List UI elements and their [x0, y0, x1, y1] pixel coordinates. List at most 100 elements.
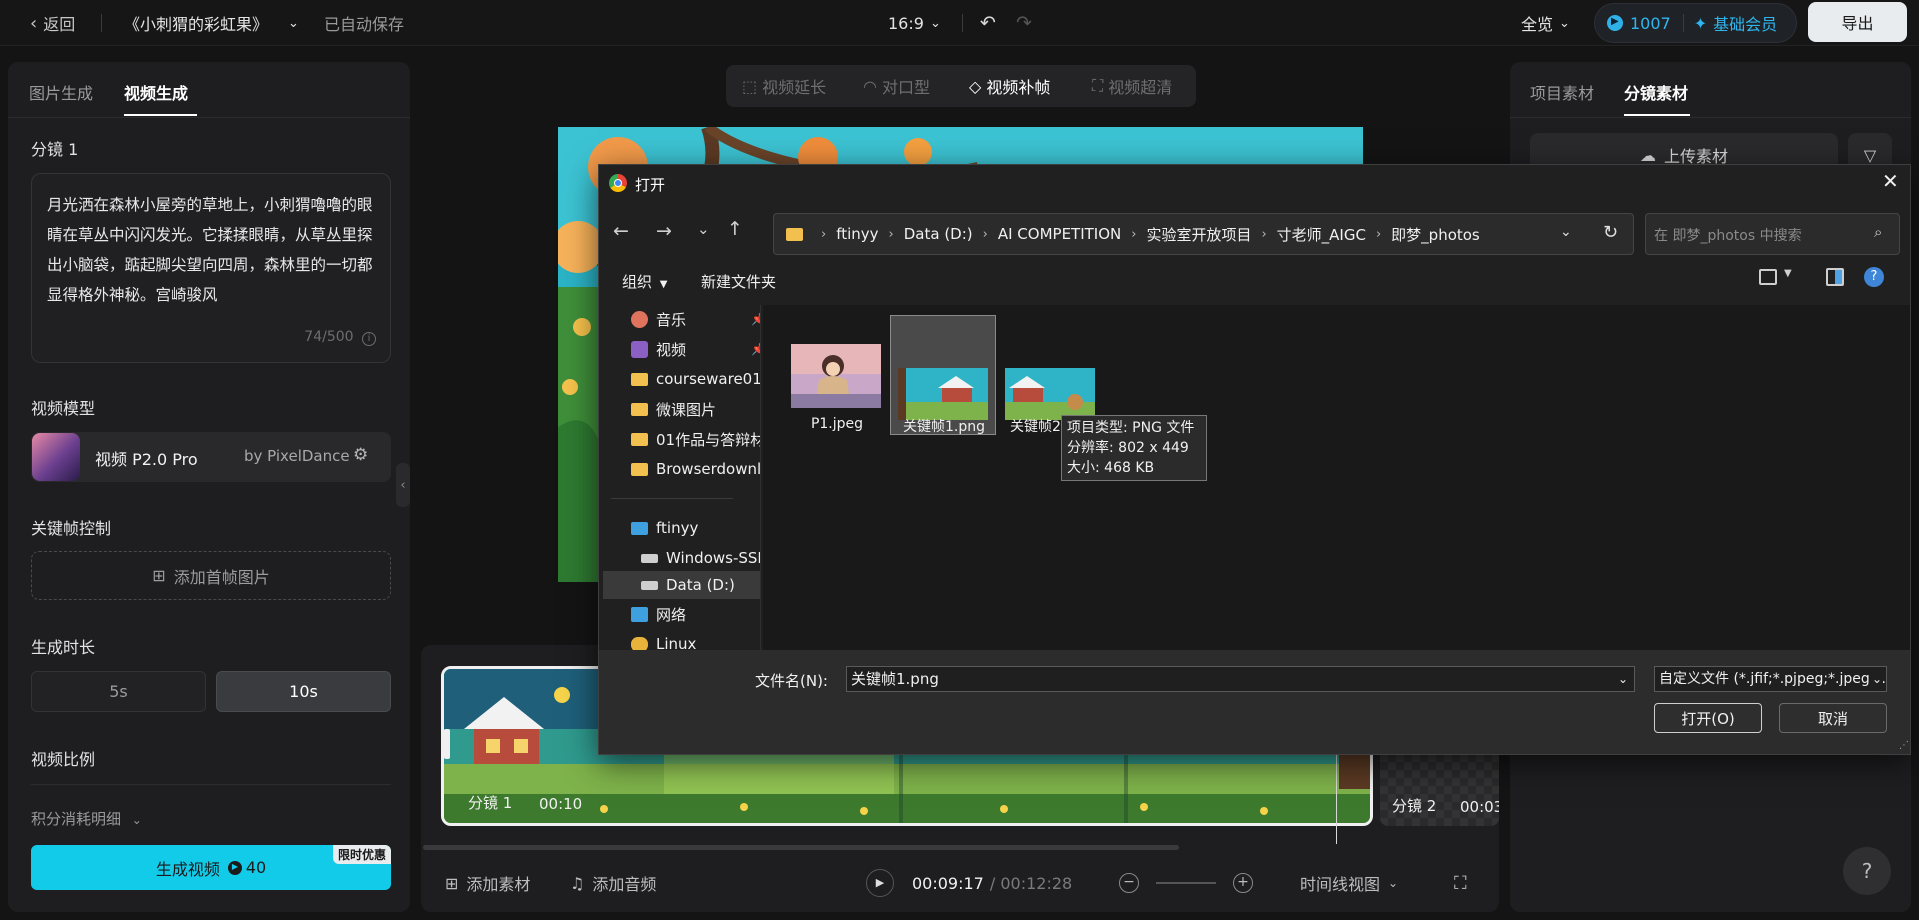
generate-video-button[interactable]: 生成视频 ▶ 40 限时优惠 [31, 845, 391, 890]
zoom-out-icon[interactable]: − [1119, 870, 1139, 896]
clip-2-duration: 00:03 [1460, 798, 1499, 816]
nav-item-folder[interactable]: 微课图片 [631, 395, 716, 423]
refresh-icon[interactable]: ↻ [1603, 222, 1618, 243]
zoom-in-icon[interactable]: + [1233, 870, 1253, 896]
recent-locations-chevron-icon[interactable]: ⌄ [697, 220, 710, 238]
collapse-panel-handle[interactable]: ‹ [396, 463, 410, 507]
export-button[interactable]: 导出 [1808, 2, 1907, 42]
timeline-scrollbar[interactable] [423, 845, 1179, 850]
tool-lip-sync[interactable]: ◠ 对口型 [863, 65, 930, 107]
search-input[interactable]: 在 即梦_photos 中搜索 ⌕ [1645, 213, 1900, 255]
filename-input[interactable]: 关键帧1.png ⌄ [846, 666, 1635, 692]
chevron-down-icon: ⌄ [1868, 667, 1882, 691]
cost-detail-toggle[interactable]: 积分消耗明细 ⌄ [31, 808, 142, 829]
credit-coin-icon: ▶ [1607, 15, 1623, 31]
file-item-selected[interactable]: 关键帧1.png [890, 315, 996, 435]
nav-item-folder[interactable]: Browserdownloads [631, 455, 760, 483]
add-audio-button[interactable]: ♫ 添加音频 [570, 870, 656, 896]
chevron-right-icon: › [1261, 226, 1267, 242]
filetype-value: 自定义文件 (*.jfif;*.pjpeg;*.jpeg;*.pjp;*.jpg… [1659, 671, 1886, 687]
breadcrumb-item[interactable]: 实验室开放项目 [1146, 224, 1251, 245]
nav-item-label: 网络 [656, 605, 687, 624]
redo-icon[interactable]: ↷ [1016, 0, 1032, 46]
filename-value: 关键帧1.png [851, 670, 939, 688]
playback-time: 00:09:17 / 00:12:28 [912, 870, 1072, 896]
chrome-icon [609, 174, 627, 192]
tool-label: 视频补帧 [986, 78, 1051, 97]
upscale-icon: ⛶ [1092, 76, 1104, 95]
help-icon[interactable]: ? [1864, 267, 1884, 287]
credits-membership-pill[interactable]: ▶ 1007 ✦ 基础会员 [1594, 3, 1797, 43]
add-material-button[interactable]: ⊞ 添加素材 [445, 870, 530, 896]
nav-item-music[interactable]: 音乐 📌 [631, 305, 760, 333]
clip-1-duration: 00:10 [539, 795, 583, 813]
breadcrumb-item[interactable]: AI COMPETITION [998, 225, 1121, 243]
close-icon[interactable]: ✕ [1882, 169, 1899, 193]
view-options-icon[interactable] [1759, 269, 1777, 285]
char-counter-text: 74/500 [304, 329, 354, 345]
navigation-pane: 音乐 📌 视频 📌 courseware01 微课图片 01作品与答辩材料 Br… [599, 305, 761, 650]
sparkle-icon: ✦ [1693, 13, 1708, 33]
zoom-slider[interactable] [1156, 882, 1216, 884]
open-button[interactable]: 打开(O) [1654, 703, 1762, 733]
nav-item-linux[interactable]: Linux [631, 630, 696, 650]
breadcrumb-item[interactable]: 即梦_photos [1391, 224, 1480, 245]
duration-5s-button[interactable]: 5s [31, 671, 206, 712]
up-arrow-icon[interactable]: ↑ [727, 218, 743, 240]
clip-trim-handle-left[interactable] [444, 729, 450, 759]
tool-super-resolution[interactable]: ⛶ 视频超清 [1092, 65, 1172, 107]
video-icon [631, 340, 648, 358]
caret-down-icon[interactable]: ▼ [1784, 268, 1792, 279]
filetype-select[interactable]: 自定义文件 (*.jfif;*.pjpeg;*.jpeg;*.pjp;*.jpg… [1654, 666, 1887, 692]
cloud-upload-icon: ☁ [1639, 145, 1656, 165]
tool-frame-interpolation[interactable]: ◇ 视频补帧 [969, 65, 1050, 107]
resize-grip-icon[interactable]: ⋰ [1899, 740, 1909, 751]
address-bar[interactable]: › ftinyy › Data (D:) › AI COMPETITION › … [773, 213, 1634, 255]
duration-10s-button[interactable]: 10s [216, 671, 391, 712]
help-button[interactable]: ? [1843, 847, 1891, 895]
tab-shot-materials[interactable]: 分镜素材 [1624, 80, 1688, 104]
file-item[interactable]: P1.jpeg [783, 315, 889, 435]
forward-arrow-icon[interactable]: → [656, 220, 672, 242]
undo-icon[interactable]: ↶ [980, 0, 996, 46]
tab-video-generation[interactable]: 视频生成 [124, 80, 188, 104]
fullscreen-icon[interactable]: ⛶ [1454, 870, 1467, 896]
breadcrumb-item[interactable]: ftinyy [836, 225, 878, 243]
settings-sliders-icon[interactable]: ⚙ [353, 445, 368, 465]
nav-item-drive-selected[interactable]: Data (D:) [641, 571, 735, 599]
breadcrumb-item[interactable]: Data (D:) [904, 225, 973, 243]
model-selector[interactable]: 视频 P2.0 Pro by PixelDance ⚙ [31, 432, 391, 482]
play-button[interactable]: ▶ [866, 869, 894, 897]
nav-item-network[interactable]: 网络 [631, 600, 686, 628]
view-mode-select[interactable]: 全览 ⌄ [1521, 0, 1570, 46]
nav-item-this-pc[interactable]: ftinyy [631, 514, 698, 542]
address-dropdown-chevron-icon[interactable]: ⌄ [1560, 224, 1572, 240]
chevron-right-icon: › [821, 226, 827, 242]
add-first-frame-button[interactable]: ⊞ 添加首帧图片 [31, 551, 391, 600]
tab-image-generation[interactable]: 图片生成 [29, 80, 93, 104]
project-title[interactable]: 《小刺猬的彩虹果》 ⌄ [124, 0, 299, 46]
dialog-footer: 文件名(N): 关键帧1.png ⌄ 自定义文件 (*.jfif;*.pjpeg… [599, 650, 1910, 754]
cancel-button[interactable]: 取消 [1779, 703, 1887, 733]
organize-menu[interactable]: 组织 ▼ [622, 271, 668, 292]
tool-video-extend[interactable]: ⬚ 视频延长 [742, 65, 826, 107]
music-note-icon: ♫ [570, 873, 585, 893]
computer-icon [631, 521, 648, 535]
nav-item-folder[interactable]: courseware01 [631, 365, 760, 393]
back-button[interactable]: ‹ 返回 [30, 0, 75, 46]
nav-item-videos[interactable]: 视频 📌 [631, 335, 760, 363]
aspect-ratio-select[interactable]: 16:9 ⌄ [888, 0, 941, 46]
tab-project-materials[interactable]: 项目素材 [1530, 80, 1594, 104]
new-folder-button[interactable]: 新建文件夹 [701, 271, 776, 292]
chevron-right-icon: › [982, 226, 988, 242]
prompt-textarea[interactable]: 月光洒在森林小屋旁的草地上，小刺猬嚕嚕的眼睛在草丛中闪闪发光。它揉揉眼睛，从草丛… [31, 173, 391, 363]
breadcrumb-item[interactable]: 寸老师_AIGC [1277, 224, 1366, 245]
nav-item-drive[interactable]: Windows-SSD [641, 544, 760, 572]
filename-label: 文件名(N): [755, 672, 828, 690]
generate-label: 生成视频 [155, 859, 220, 879]
back-arrow-icon[interactable]: ← [613, 220, 629, 242]
tool-label: 视频超清 [1108, 78, 1173, 97]
timeline-view-select[interactable]: 时间线视图 ⌄ [1300, 870, 1398, 896]
nav-item-folder[interactable]: 01作品与答辩材料 [631, 425, 760, 453]
preview-pane-icon[interactable] [1826, 268, 1844, 286]
